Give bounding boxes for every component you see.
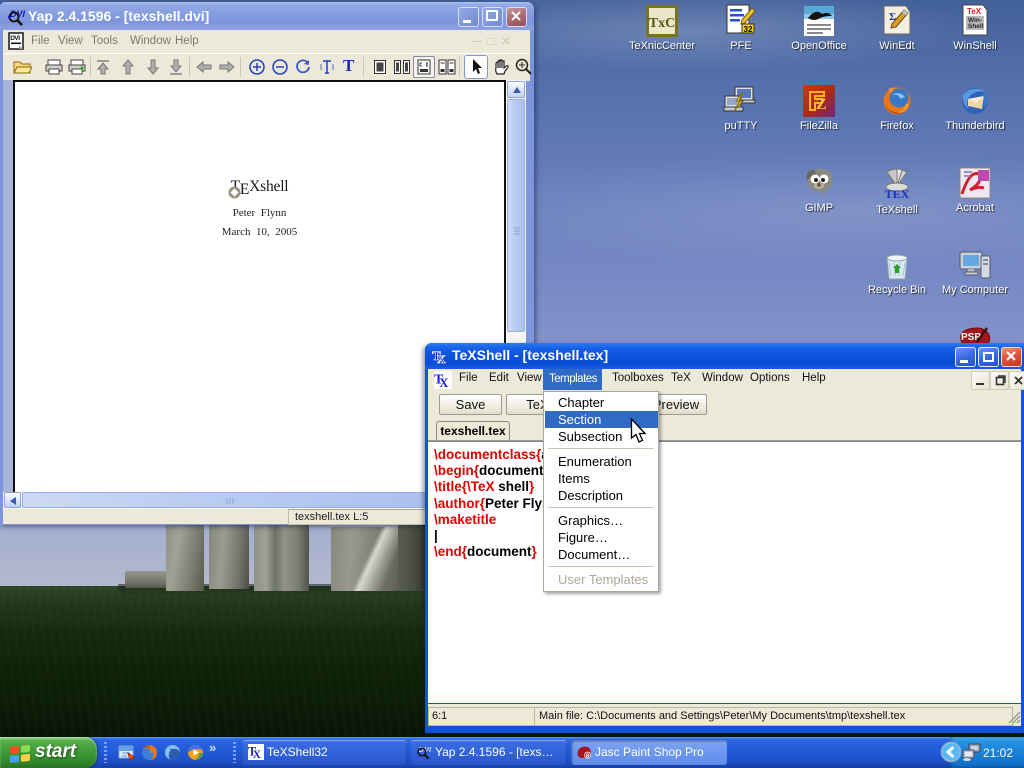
svg-text:32: 32 [744,25,753,34]
svg-text:DVI: DVI [10,35,20,42]
svg-text:TEX: TEX [885,187,910,201]
svg-text:X: X [437,352,446,365]
svg-text:TeX: TeX [967,7,982,16]
svg-text:X: X [439,376,449,389]
svg-text:Z: Z [816,96,827,113]
svg-text:TxC: TxC [649,16,675,31]
svg-text:X: X [253,749,262,760]
svg-text:Shell: Shell [968,23,984,30]
